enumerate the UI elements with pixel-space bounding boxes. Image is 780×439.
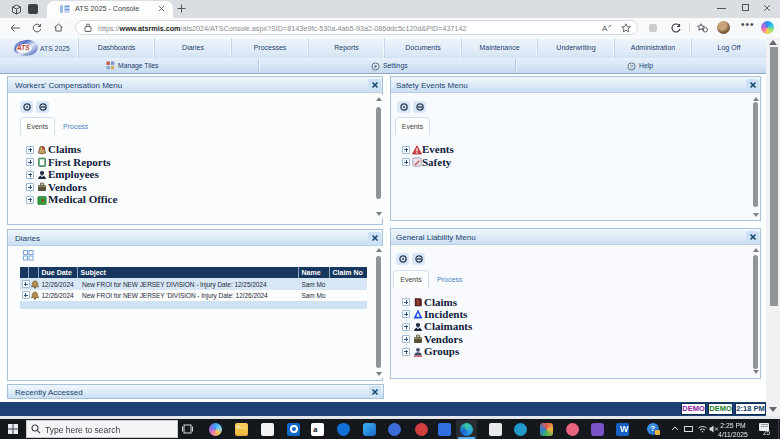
svg-text:?: ?: [630, 63, 634, 69]
